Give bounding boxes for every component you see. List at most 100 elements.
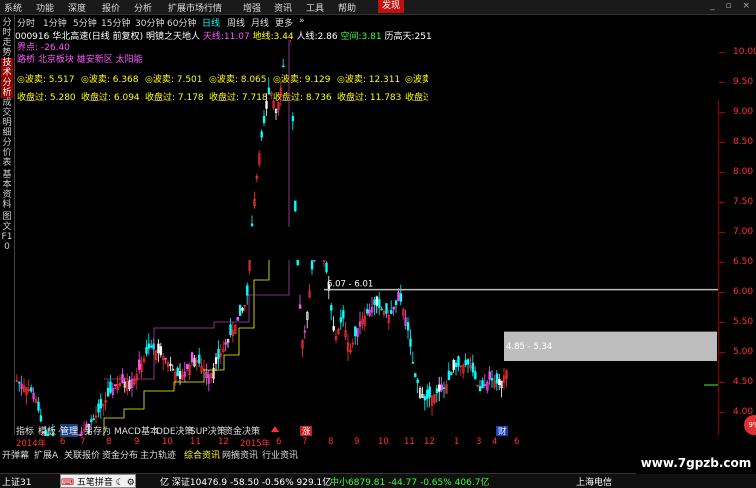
menu-item-2[interactable]: 深度 [68,1,86,14]
period-tab-3[interactable]: 15分钟 [101,16,130,29]
x-tick-label-13: 10 [378,437,389,447]
toolbar2-item-6[interactable]: 网摘资讯 [222,448,258,461]
period-tab-8[interactable]: 月线 [251,16,269,29]
candle-body [90,419,93,423]
toolbar2-item-1[interactable]: 扩展A [34,448,58,461]
status-item-1: 亿 深证10476.9 -58.50 -0.56% 929.1亿 [160,478,332,488]
candle-body [325,262,328,273]
period-tab-0[interactable]: 分时 [17,16,35,29]
candle-body [450,372,453,375]
period-tab-2[interactable]: 5分钟 [73,16,97,29]
candle-body [121,374,124,384]
candle-body [147,343,151,349]
menu-item-10[interactable]: 发现 [378,0,405,13]
candle-body [224,342,227,345]
candle-body [378,299,381,308]
left-tab-5[interactable]: 图文F10 [1,212,13,252]
zhang-marker: 涨 [302,426,311,436]
toolbar-item-3[interactable]: 另存为 [84,424,111,437]
candle-body [490,378,494,381]
toolbar2-item-5[interactable]: 综合资讯 [184,448,220,461]
period-tab-1[interactable]: 1分钟 [43,16,67,29]
status-item-0: 上证31 [2,478,32,488]
candle-body [438,384,441,392]
candle-body [342,310,345,319]
left-tab-1[interactable]: 技术分析 [1,58,13,98]
menu-item-8[interactable]: 工具 [306,1,324,14]
y-tick-label-9: 5.50 [733,317,754,327]
candle-body [416,379,419,384]
ime-toolbar[interactable]: ⌨ 五笔拼音 ☾ ⚙ [60,474,136,488]
menu-item-5[interactable]: 扩展市场行情 [168,1,222,14]
menu-item-3[interactable]: 报价 [102,1,120,14]
candle-body [474,371,477,379]
toolbar2-item-3[interactable]: 资金分布 [102,448,138,461]
left-tab-2[interactable]: 成交明细 [1,98,13,138]
candle-body [106,387,110,397]
toolbar2-item-7[interactable]: 行业资讯 [262,448,298,461]
candle-body [310,260,314,270]
left-tab-4[interactable]: 基本资料 [1,170,13,210]
x-tick-label-3: 8 [106,437,112,447]
left-tab-3[interactable]: 分价表 [1,138,13,168]
menu-item-6[interactable]: 增强 [243,1,261,14]
y-tick-10 [719,352,725,353]
candle-body [150,345,153,348]
x-tick-label-6: 11 [190,437,201,447]
period-tab-10[interactable]: » [299,16,305,26]
toolbar2-item-4[interactable]: 主力轨迹 [140,448,176,461]
y-tick-7 [719,262,725,263]
candle-body [282,65,285,68]
menu-item-4[interactable]: 分析 [134,1,152,14]
period-tab-7[interactable]: 周线 [227,16,245,29]
menu-item-9[interactable]: 帮助 [338,1,356,14]
toolbar-item-1[interactable]: 模板 [38,424,56,437]
candle-body [164,357,167,360]
x-tick-label-15: 12 [424,437,435,447]
toolbar-item-7[interactable]: 资金决策 [224,424,260,437]
candle-body [495,373,499,384]
y-tick-label-4: 8.00 [733,167,754,177]
toolbar-item-0[interactable]: 指标 [16,424,34,437]
y-tick-9 [719,322,725,323]
menu-item-7[interactable]: 资讯 [274,1,292,14]
price-axis: 10.00 9.50 9.00 8.50 8.00 7.50 7.00 6.50 6.00 5.5… [718,47,756,435]
menu-item-0[interactable]: 系统 [4,1,22,14]
left-tab-0[interactable]: 分时走势 [1,18,13,58]
x-tick-label-14: 11 [404,437,415,447]
toolbar-item-2[interactable]: 管理 [60,424,79,437]
watermark: www.7gpzb.com [636,452,756,474]
zone-label: 4.85 - 5.34 [506,342,552,352]
toolbar-item-6[interactable]: SUP决策 [190,424,226,437]
candle-body [332,326,335,331]
candle-body [464,360,467,366]
period-tab-5[interactable]: 60分钟 [167,16,196,29]
candle-body [471,362,475,373]
candle-body [92,418,95,420]
candle-body [241,307,244,311]
candle-body [39,415,43,422]
x-tick-label-10: 7 [302,437,308,447]
y-tick-label-7: 6.50 [733,257,754,267]
period-tab-6[interactable]: 日线 [202,16,220,29]
period-tab-9[interactable]: 更多 [275,16,293,29]
window-controls[interactable]: _ ▫ × [710,1,754,11]
toolbar2-item-0[interactable]: 开弹幕 [2,448,29,461]
menu-item-1[interactable]: 功能 [36,1,54,14]
toolbar-item-4[interactable]: MACD基本 [114,424,159,437]
candle-body [138,359,141,370]
x-tick-label-5: 10 [162,437,173,447]
y-tick-label-5: 7.50 [733,197,754,207]
buy-arrow-icon [271,426,279,432]
y-tick-label-6: 7.00 [733,227,754,237]
period-tab-4[interactable]: 30分钟 [135,16,164,29]
left-tab-strip: 分时走势 技术分析 成交明细 分价表基本资料图文F10 [0,15,15,435]
candle-body [97,403,100,413]
candle-body [414,373,417,378]
toolbar2-item-2[interactable]: 关联报价 [64,448,100,461]
x-tick-label-9: 6 [276,437,282,447]
candle-body [366,309,369,314]
x-tick-label-17: 3 [476,437,482,447]
toolbar-item-5[interactable]: DDE决策 [156,424,194,437]
candle-body [217,348,220,360]
